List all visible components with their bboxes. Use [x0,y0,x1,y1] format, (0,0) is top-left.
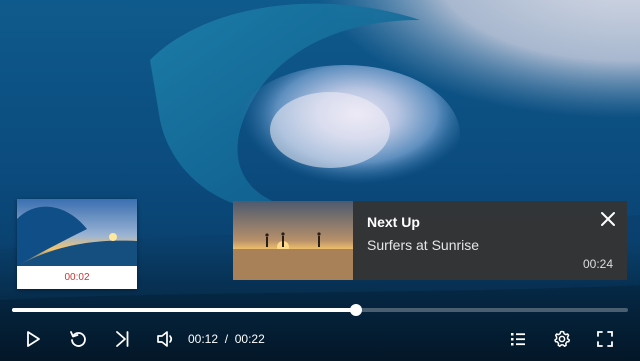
next-up-heading: Next Up [367,214,420,230]
fullscreen-button[interactable] [592,326,618,352]
progress-bar[interactable] [12,304,628,316]
play-icon [23,329,43,349]
volume-button[interactable] [153,326,179,352]
close-icon[interactable] [599,210,617,228]
total-time: 00:22 [234,332,265,346]
next-up-thumbnail[interactable] [233,201,353,280]
next-up-card[interactable]: Next Up Surfers at Sunrise 00:24 [233,201,627,280]
control-bar: 00:12 / 00:22 [0,322,640,356]
fullscreen-icon [595,329,615,349]
settings-button[interactable] [549,326,575,352]
replay-icon [68,329,88,349]
play-button[interactable] [20,326,46,352]
progress-handle[interactable] [349,304,362,316]
time-separator: / [224,332,229,346]
next-button[interactable] [109,326,135,352]
volume-icon [155,329,177,349]
next-up-duration: 00:24 [582,257,613,271]
progress-played [12,308,356,312]
playlist-button[interactable] [505,326,531,352]
scrub-preview-time: 00:02 [64,272,90,283]
gear-icon [552,329,572,349]
time-readout: 00:12 / 00:22 [188,332,265,346]
skip-next-icon [112,329,132,349]
video-player[interactable]: 00:02 Next Up Surfers at Sunrise 00:24 0… [0,0,640,361]
playlist-icon [508,329,528,349]
next-up-title[interactable]: Surfers at Sunrise [367,237,479,253]
replay-button[interactable] [65,326,91,352]
scrub-preview-thumbnail [17,199,137,266]
current-time: 00:12 [188,332,219,346]
scrub-preview: 00:02 [17,199,137,289]
